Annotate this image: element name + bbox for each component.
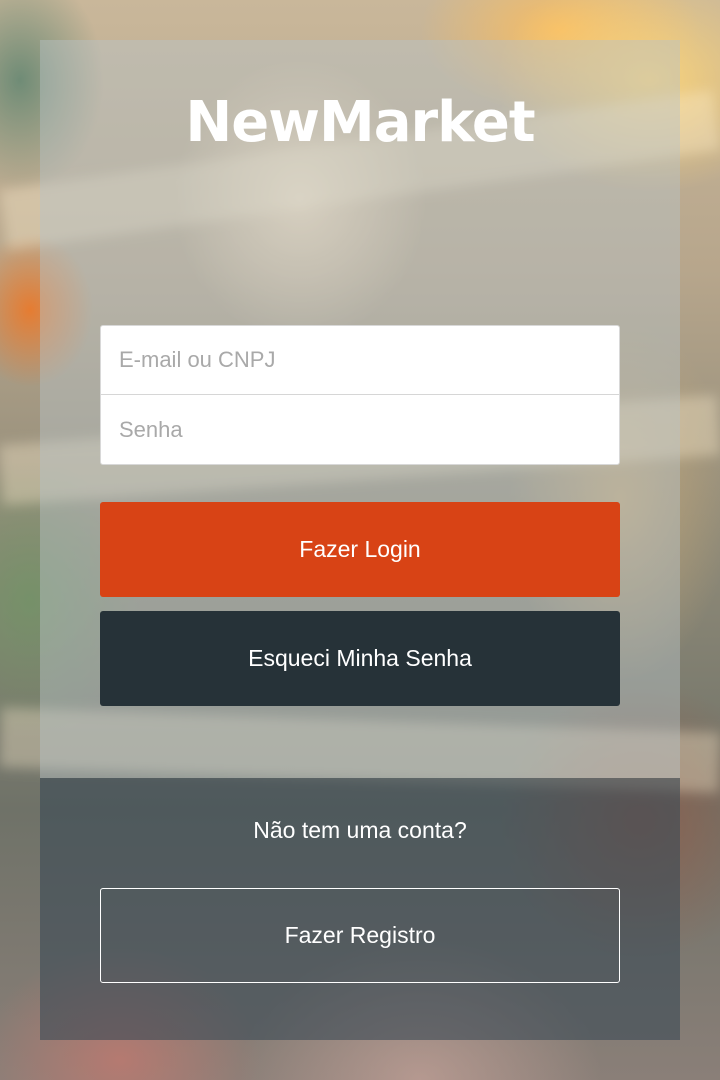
forgot-password-button-label: Esqueci Minha Senha <box>248 645 472 671</box>
register-button-label: Fazer Registro <box>284 922 436 948</box>
login-button-label: Fazer Login <box>299 536 421 562</box>
credentials-fields <box>100 325 620 465</box>
login-panel: NewMarket Fazer Login Esqueci Minha Senh… <box>40 40 680 778</box>
password-field[interactable] <box>101 395 619 464</box>
email-field[interactable] <box>101 326 619 395</box>
login-button[interactable]: Fazer Login <box>100 502 620 597</box>
no-account-text: Não tem uma conta? <box>253 817 467 843</box>
forgot-password-button[interactable]: Esqueci Minha Senha <box>100 611 620 706</box>
register-button[interactable]: Fazer Registro <box>100 888 620 983</box>
login-card: NewMarket Fazer Login Esqueci Minha Senh… <box>40 40 680 1040</box>
app-logo: NewMarket <box>185 90 535 155</box>
